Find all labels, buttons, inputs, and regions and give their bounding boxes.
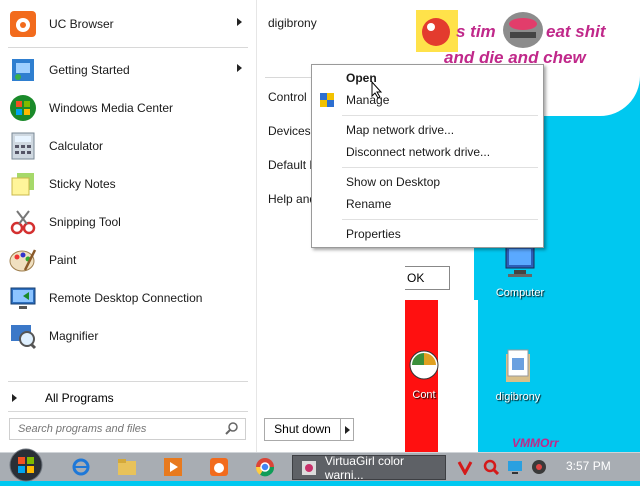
- places-item-help[interactable]: Help and: [268, 192, 316, 206]
- context-item-show-on-desktop[interactable]: Show on Desktop: [346, 175, 440, 189]
- desktop-icon-label: digibrony: [495, 391, 541, 403]
- scribble-line-1: s tim: [456, 22, 496, 41]
- start-item-remote-desktop[interactable]: Remote Desktop Connection: [6, 281, 248, 315]
- all-programs-label: All Programs: [45, 391, 114, 405]
- start-item-uc-browser[interactable]: UC Browser: [6, 7, 248, 41]
- windows-logo-icon: [9, 448, 43, 482]
- chevron-right-icon: [344, 425, 350, 434]
- all-programs-button[interactable]: All Programs: [12, 388, 248, 408]
- start-item-paint[interactable]: Paint: [6, 243, 248, 277]
- divider: [342, 115, 538, 116]
- context-item-map-drive[interactable]: Map network drive...: [346, 123, 454, 137]
- computer-icon: [480, 244, 560, 283]
- search-box[interactable]: [9, 418, 246, 440]
- mouse-cursor-icon: [371, 80, 383, 102]
- places-item-devices[interactable]: Devices: [268, 124, 311, 138]
- disc-tray-icon[interactable]: [528, 456, 550, 478]
- internet-explorer-icon[interactable]: [70, 456, 92, 478]
- start-item-label: Calculator: [49, 139, 104, 153]
- places-item-control-panel[interactable]: Control: [268, 90, 307, 104]
- start-item-label: Magnifier: [49, 329, 99, 343]
- context-item-rename[interactable]: Rename: [346, 197, 391, 211]
- calculator-icon: [6, 129, 40, 163]
- divider: [342, 219, 538, 220]
- places-item-default-programs[interactable]: Default P: [268, 158, 317, 172]
- shutdown-options-arrow[interactable]: [341, 419, 353, 440]
- paint-icon: [6, 243, 40, 277]
- ok-button-fragment[interactable]: OK: [404, 266, 450, 290]
- corner-scribble: VMMOrr: [512, 436, 559, 450]
- divider: [8, 47, 248, 48]
- divider: [8, 411, 248, 412]
- start-item-label: Paint: [49, 253, 77, 267]
- taskbar: VirtuaGirl color warni... 3:57 PM: [0, 448, 640, 482]
- shutdown-button[interactable]: Shut down: [264, 418, 354, 441]
- start-button[interactable]: [8, 447, 44, 483]
- start-item-calculator[interactable]: Calculator: [6, 129, 248, 163]
- getting-started-icon: [6, 53, 40, 87]
- chrome-icon[interactable]: [254, 456, 276, 478]
- media-player-icon[interactable]: [162, 456, 184, 478]
- user-folder-icon: [478, 348, 558, 387]
- search-tray-icon[interactable]: [480, 456, 502, 478]
- explorer-icon[interactable]: [116, 456, 138, 478]
- start-menu-programs-pane: UC Browser Getting Started Windows Media…: [0, 0, 256, 452]
- places-item-user[interactable]: digibrony: [268, 16, 317, 30]
- clock[interactable]: 3:57 PM: [566, 459, 611, 473]
- uc-browser-icon[interactable]: [208, 456, 230, 478]
- desktop-icon-label: Cont: [412, 389, 436, 401]
- start-item-getting-started[interactable]: Getting Started: [6, 53, 248, 87]
- start-item-label: Windows Media Center: [49, 101, 174, 115]
- start-item-sticky-notes[interactable]: Sticky Notes: [6, 167, 248, 201]
- search-icon[interactable]: [225, 421, 239, 438]
- start-item-label: Sticky Notes: [49, 177, 116, 191]
- robot-head-sticker-icon: [500, 6, 546, 54]
- monitor-tray-icon[interactable]: [504, 456, 526, 478]
- context-item-disconnect-drive[interactable]: Disconnect network drive...: [346, 145, 490, 159]
- shield-icon: [320, 93, 334, 110]
- divider: [8, 381, 248, 382]
- start-item-label: Snipping Tool: [49, 215, 121, 229]
- desktop-icon-user-folder[interactable]: digibrony: [478, 348, 558, 403]
- all-programs-arrow-icon: [12, 394, 17, 402]
- context-menu: Open Manage Map network drive... Disconn…: [311, 64, 544, 248]
- divider: [265, 77, 311, 78]
- virtuagirl-icon: [299, 460, 319, 476]
- shutdown-label[interactable]: Shut down: [265, 419, 341, 440]
- search-input[interactable]: [16, 422, 225, 436]
- start-item-label: Remote Desktop Connection: [49, 291, 203, 305]
- start-item-media-center[interactable]: Windows Media Center: [6, 91, 248, 125]
- v-icon[interactable]: [454, 456, 476, 478]
- magnifier-icon: [6, 319, 40, 353]
- start-item-label: Getting Started: [49, 63, 130, 77]
- context-item-properties[interactable]: Properties: [346, 227, 401, 241]
- remote-desktop-icon: [6, 281, 40, 315]
- submenu-arrow-icon: [237, 18, 242, 26]
- uc-browser-icon: [6, 7, 40, 41]
- start-item-magnifier[interactable]: Magnifier: [6, 319, 248, 353]
- scribble-line-2: eat shit: [546, 22, 606, 41]
- sticky-notes-icon: [6, 167, 40, 201]
- submenu-arrow-icon: [237, 64, 242, 72]
- snipping-tool-icon: [6, 205, 40, 239]
- start-item-snipping-tool[interactable]: Snipping Tool: [6, 205, 248, 239]
- desktop-icon-label: Computer: [495, 287, 545, 299]
- taskbar-window-title: VirtuaGirl color warni...: [324, 455, 404, 480]
- taskbar-window-virtuagirl[interactable]: VirtuaGirl color warni...: [292, 455, 446, 480]
- start-item-label: UC Browser: [49, 17, 114, 31]
- desktop-icon-computer[interactable]: Computer: [480, 244, 560, 299]
- media-center-icon: [6, 91, 40, 125]
- divider: [342, 167, 538, 168]
